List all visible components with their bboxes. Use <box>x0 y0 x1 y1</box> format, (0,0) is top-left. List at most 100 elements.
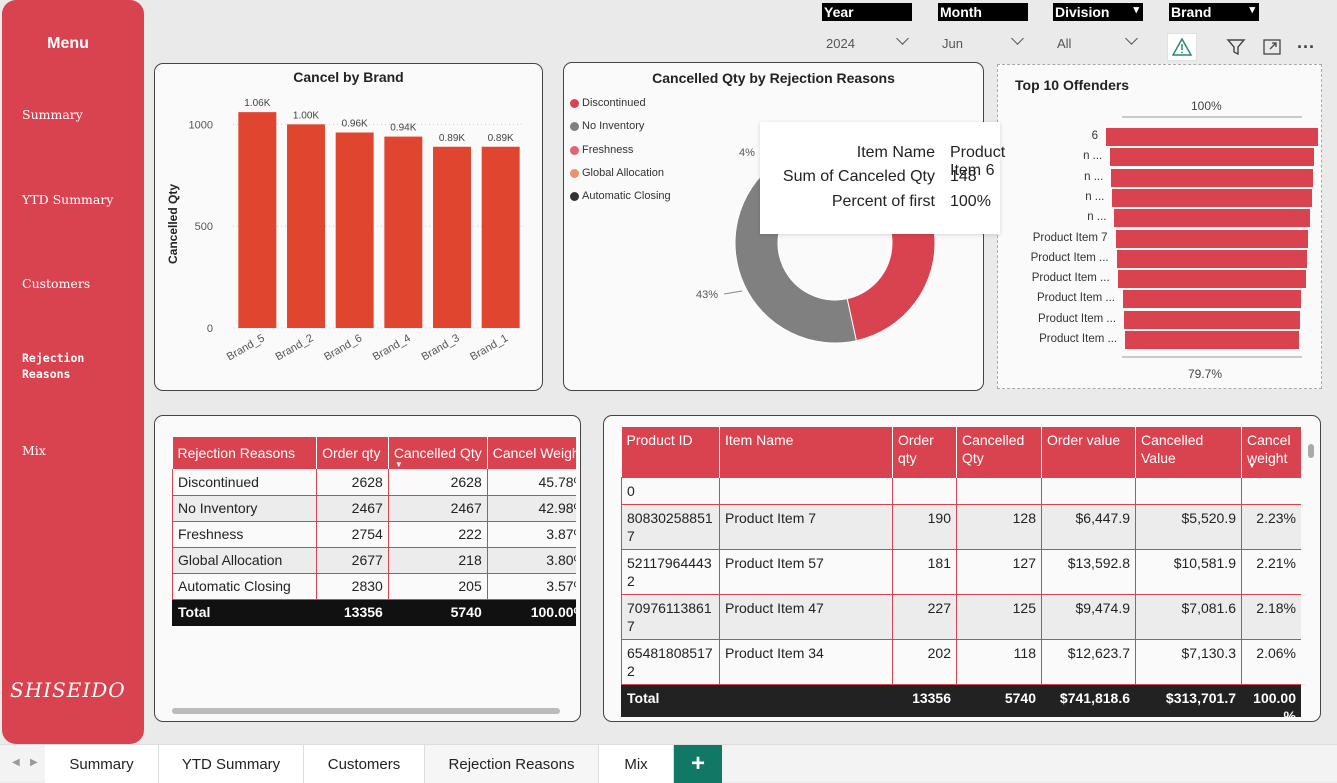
table-row[interactable]: Discontinued2628262845.78% <box>172 469 576 496</box>
add-page-button[interactable]: + <box>674 745 722 783</box>
y-tick-label: 500 <box>195 221 213 233</box>
slicer-brand-label[interactable]: Brand ▾ <box>1169 3 1259 21</box>
funnel-bar[interactable] <box>1116 249 1308 268</box>
table-cell: 128 <box>956 503 1042 550</box>
chevron-down-icon[interactable]: ▾ <box>1249 3 1255 16</box>
funnel-bar[interactable] <box>1124 310 1300 329</box>
table-cell: 808302588517 <box>621 503 720 550</box>
funnel-label: Product Item ... <box>1031 272 1110 285</box>
bar[interactable] <box>335 132 374 328</box>
chevron-down-icon[interactable] <box>1125 34 1139 48</box>
sidebar-item-customers[interactable]: Customers <box>22 276 90 291</box>
donut-pct-label: 43% <box>696 289 718 301</box>
table-row[interactable]: 654818085172 Product Item 34 202 118 $12,623… <box>621 638 1301 685</box>
warning-icon[interactable] <box>1167 33 1197 61</box>
data-label: 0.94K <box>390 123 416 134</box>
tab-summary[interactable]: Summary <box>45 745 159 783</box>
funnel-bar[interactable] <box>1115 229 1309 248</box>
funnel-bar[interactable] <box>1111 168 1313 187</box>
tab-rejection-reasons[interactable]: Rejection Reasons <box>425 745 599 783</box>
tab-ytd-summary[interactable]: YTD Summary <box>159 745 304 783</box>
table-cell: 2.06% <box>1241 638 1301 685</box>
sidebar-item-rejection-reasons[interactable]: Rejection Reasons <box>22 350 84 382</box>
chevron-down-icon[interactable]: ▾ <box>1133 3 1139 16</box>
funnel-bar[interactable] <box>1125 331 1299 349</box>
sidebar-item-ytd-summary[interactable]: YTD Summary <box>22 192 113 207</box>
table-row[interactable]: No Inventory2467246742.98% <box>172 495 576 522</box>
funnel-bar[interactable] <box>1110 148 1314 167</box>
tab-customers[interactable]: Customers <box>304 745 425 783</box>
funnel-bar[interactable] <box>1117 270 1307 289</box>
column-header[interactable]: Item Name <box>719 427 893 477</box>
chevron-down-icon[interactable] <box>1011 34 1025 48</box>
table-row[interactable]: Freshness27542223.87% <box>172 521 576 548</box>
filter-icon[interactable] <box>1221 33 1251 61</box>
column-header[interactable]: Cancel Weigh <box>487 437 576 469</box>
column-header[interactable]: Order qty <box>316 437 389 469</box>
funnel-bar[interactable] <box>1122 290 1302 309</box>
tooltip-key: Sum of Canceled Qty <box>782 168 935 185</box>
column-header[interactable]: Product ID <box>621 427 720 477</box>
sort-desc-icon: ▼ <box>1248 460 1256 470</box>
total-cell <box>719 683 893 717</box>
column-header[interactable]: Order value <box>1041 427 1136 477</box>
y-axis-label: Cancelled Qty <box>166 184 180 264</box>
table-cell: 3.80% <box>486 547 576 574</box>
more-options-icon[interactable]: ··· <box>1291 33 1321 61</box>
table-row[interactable]: Global Allocation26772183.80% <box>172 547 576 574</box>
table-cell <box>956 476 1042 505</box>
table-cell: Freshness <box>172 521 318 548</box>
funnel-bar[interactable] <box>1112 188 1312 207</box>
table-row[interactable]: 808302588517 Product Item 7 190 128 $6,447.9… <box>621 503 1301 550</box>
table-cell: 181 <box>892 548 957 595</box>
funnel-label: n ... <box>1084 170 1104 183</box>
table-cell: No Inventory <box>172 495 318 522</box>
total-cell: 5740 <box>956 683 1042 717</box>
table-row[interactable]: 709761138617 Product Item 47 227 125 $9,474.… <box>621 593 1301 640</box>
tab-mix[interactable]: Mix <box>599 745 674 783</box>
bar[interactable] <box>287 124 325 328</box>
column-header[interactable]: Rejection Reasons <box>172 437 318 469</box>
cancel-by-brand-panel: Cancel by Brand Cancelled Qty 0 500 1000 1.… <box>154 63 543 391</box>
slicer-division-value[interactable]: All <box>1057 36 1071 51</box>
total-cell: $313,701.7 <box>1135 683 1242 717</box>
slicer-month-value[interactable]: Jun <box>942 36 963 51</box>
focus-mode-icon[interactable] <box>1257 33 1287 61</box>
column-header[interactable]: Cancel weight ▼ <box>1241 427 1301 477</box>
table-cell: 3.87% <box>486 521 576 548</box>
table-cell: $9,474.9 <box>1041 593 1136 640</box>
table-row[interactable]: Automatic Closing28302053.57% <box>172 573 576 600</box>
chevron-down-icon[interactable] <box>896 34 910 48</box>
table-cell: 654818085172 <box>621 638 720 685</box>
funnel-bar[interactable] <box>1114 209 1310 228</box>
table-cell: 45.78% <box>486 469 576 496</box>
column-header[interactable]: Cancelled Qty <box>956 427 1042 477</box>
scroll-left-icon[interactable]: ◀ <box>12 757 20 768</box>
table-cell: 2.18% <box>1241 593 1301 640</box>
column-header[interactable]: Cancelled Qty ▼ <box>388 437 488 469</box>
total-cell: Total <box>172 599 318 626</box>
table-row[interactable]: 0 <box>621 476 1301 505</box>
vertical-scrollbar[interactable] <box>1308 444 1314 458</box>
table-cell: 127 <box>956 548 1042 595</box>
column-header[interactable]: Cancelled Value <box>1135 427 1242 477</box>
y-tick-label: 0 <box>207 323 213 335</box>
bar[interactable] <box>238 112 277 329</box>
table-cell: 218 <box>387 547 488 574</box>
bar[interactable] <box>481 146 520 328</box>
funnel-bar[interactable] <box>1106 128 1318 146</box>
column-header[interactable]: Order qty <box>892 427 957 477</box>
bar[interactable] <box>433 146 471 328</box>
scroll-right-icon[interactable]: ▶ <box>30 757 38 768</box>
slicer-year-value[interactable]: 2024 <box>826 36 855 51</box>
table-cell: 202 <box>892 638 957 685</box>
table-row[interactable]: 521179644432 Product Item 57 181 127 $13,592… <box>621 548 1301 595</box>
bar[interactable] <box>384 136 423 328</box>
sidebar-item-mix[interactable]: Mix <box>22 443 46 458</box>
table-cell: 118 <box>956 638 1042 685</box>
sidebar-item-summary[interactable]: Summary <box>22 107 83 122</box>
sort-desc-icon: ▼ <box>394 460 403 469</box>
table-cell: 125 <box>956 593 1042 640</box>
horizontal-scrollbar[interactable] <box>172 708 560 714</box>
funnel-label: n ... <box>1085 190 1105 203</box>
